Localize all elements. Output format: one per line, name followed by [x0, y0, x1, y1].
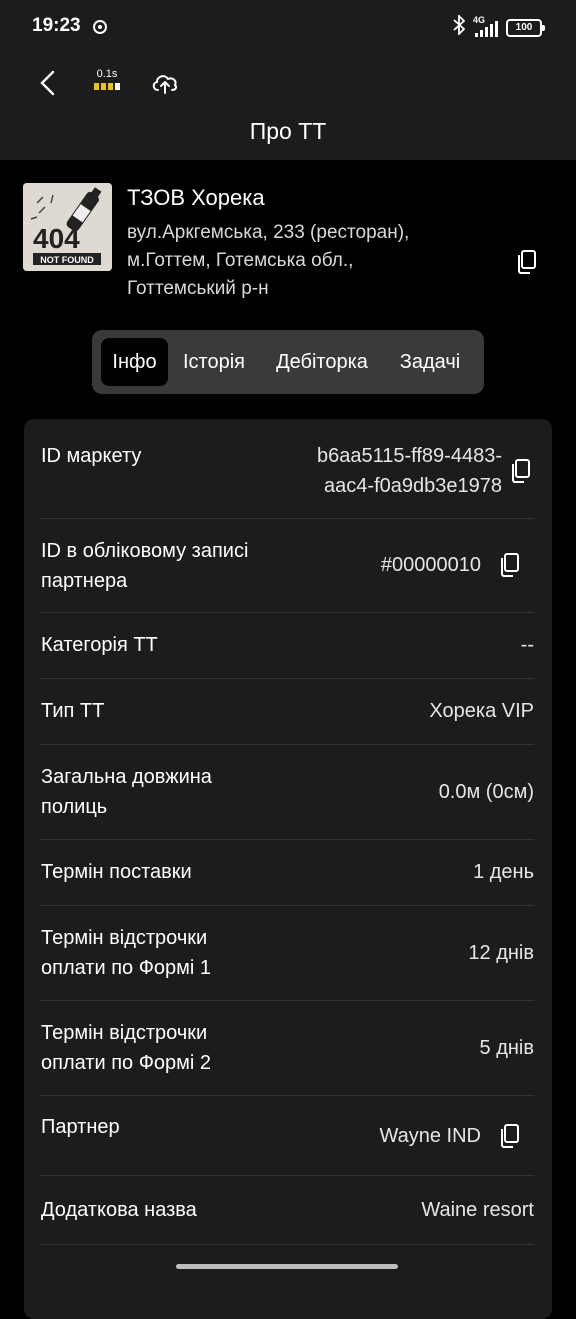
tab-info[interactable]: Інфо: [101, 338, 168, 386]
copy-icon: [518, 250, 536, 274]
cloud-upload-icon: [152, 75, 177, 94]
info-row-market-id: ID маркету b6aa5115-ff89-4483-aac4-f0a9d…: [41, 419, 534, 519]
tab-receivables[interactable]: Дебіторка: [266, 338, 378, 386]
copy-partner-button[interactable]: [498, 1123, 520, 1149]
cloud-upload-button[interactable]: [150, 68, 180, 98]
info-row-partner-account-id: ID в обліковому записі партнера #0000001…: [41, 518, 534, 613]
row-label: ID в обліковому записі партнера: [41, 540, 249, 592]
chevron-left-icon: [40, 70, 55, 96]
row-label: ID маркету: [41, 445, 142, 467]
store-name: ТЗОВ Хорека: [127, 185, 265, 210]
row-value: Хорека VIP: [429, 700, 534, 722]
logo-404: 404: [33, 223, 80, 254]
battery-icon: 100: [506, 18, 545, 37]
row-value[interactable]: b6aa5115-ff89-4483-aac4-f0a9db3e1978: [272, 441, 502, 501]
row-value: --: [520, 634, 534, 656]
store-address: вул.Аркгемська, 233 (ресторан), м.Готтем…: [127, 222, 410, 299]
info-card: ID маркету b6aa5115-ff89-4483-aac4-f0a9d…: [24, 419, 552, 1319]
store-logo: 404 NOT FOUND: [23, 183, 112, 271]
signal-icon: 4G: [473, 15, 498, 37]
row-label: Термін відстрочки оплати по Формі 1: [41, 927, 212, 979]
copy-partner-id-button[interactable]: [498, 552, 520, 578]
info-row-delivery-term: Термін поставки 1 день: [41, 839, 534, 906]
row-label: Категорія ТТ: [41, 634, 158, 656]
row-label: Додаткова назва: [41, 1199, 197, 1221]
row-label: Термін відстрочки оплати по Формі 2: [41, 1022, 212, 1074]
tab-history[interactable]: Історія: [174, 338, 254, 386]
row-value: 0.0м (0см): [438, 781, 534, 803]
row-label: Термін поставки: [41, 861, 192, 883]
copy-market-id-button[interactable]: [509, 458, 531, 484]
status-icons: 4G 100: [453, 13, 545, 40]
bluetooth-icon: [453, 13, 466, 40]
row-value: 1 день: [473, 861, 534, 883]
row-value[interactable]: Wayne IND: [379, 1121, 481, 1151]
info-row-deferral-form1: Термін відстрочки оплати по Формі 1 12 д…: [41, 905, 534, 1001]
row-label: Партнер: [41, 1116, 120, 1138]
copy-icon: [512, 459, 530, 483]
row-label: Загальна довжина полиць: [41, 766, 212, 818]
copy-address-button[interactable]: [515, 249, 537, 280]
row-value: 5 днів: [479, 1037, 534, 1059]
info-row-partner: Партнер Wayne IND: [41, 1095, 534, 1176]
row-value: Waine resort: [421, 1199, 534, 1221]
home-indicator[interactable]: [176, 1264, 398, 1269]
sync-indicator: [90, 83, 124, 90]
info-row-shelf-length: Загальна довжина полиць 0.0м (0см): [41, 744, 534, 840]
sync-time: 0.1s: [96, 68, 118, 80]
row-label: Тип ТТ: [41, 700, 105, 722]
tab-tasks[interactable]: Задачі: [390, 338, 470, 386]
network-type: 4G: [473, 14, 486, 25]
sync-status-widget[interactable]: 0.1s: [90, 68, 124, 96]
top-bar: 19:23 4G 100 0.1s Про ТТ: [0, 0, 576, 160]
copy-icon: [501, 553, 519, 577]
info-row-extra-name: Додаткова назва Waine resort: [41, 1175, 534, 1245]
chrome-icon: [93, 20, 107, 34]
info-row-deferral-form2: Термін відстрочки оплати по Формі 2 5 дн…: [41, 1000, 534, 1096]
page-title: Про ТТ: [249, 118, 327, 144]
battery-level: 100: [515, 22, 533, 33]
info-row-type: Тип ТТ Хорека VIP: [41, 678, 534, 745]
tab-bar: Інфо Історія Дебіторка Задачі: [92, 330, 484, 394]
logo-not-found: NOT FOUND: [40, 255, 94, 265]
back-button[interactable]: [32, 66, 62, 100]
info-row-category: Категорія ТТ --: [41, 612, 534, 679]
row-value: 12 днів: [468, 942, 534, 964]
row-value[interactable]: #00000010: [381, 550, 481, 580]
status-time: 19:23: [32, 15, 81, 36]
copy-icon: [501, 1124, 519, 1148]
